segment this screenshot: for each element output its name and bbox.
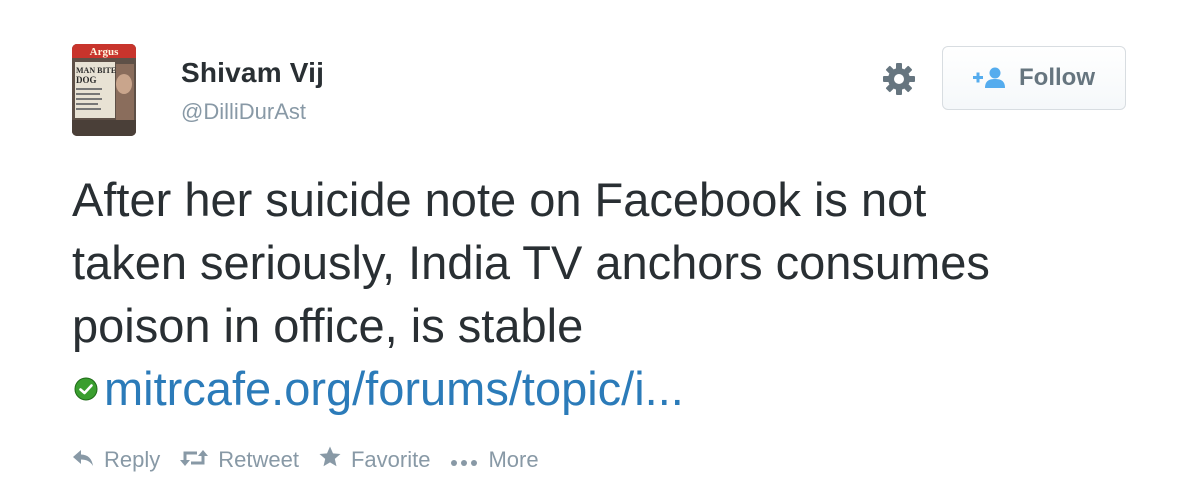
tweet-actions: Reply Retweet Favorite More bbox=[72, 446, 559, 473]
verified-link-icon bbox=[74, 377, 98, 400]
avatar-logo-text: Argus bbox=[90, 46, 119, 58]
retweet-label: Retweet bbox=[218, 446, 299, 472]
more-dots-icon bbox=[450, 447, 478, 473]
avatar-image: Argus MAN BITES DOG bbox=[72, 44, 136, 136]
tweet-text-line: poison in office, is stable bbox=[72, 299, 584, 352]
add-user-icon bbox=[973, 67, 1005, 88]
tweet-text-line: After her suicide note on Facebook is no… bbox=[72, 173, 927, 226]
retweet-icon bbox=[180, 447, 209, 473]
retweet-button[interactable]: Retweet bbox=[180, 447, 299, 473]
author-fullname[interactable]: Shivam Vij bbox=[181, 57, 324, 89]
reply-icon bbox=[72, 447, 94, 473]
more-label: More bbox=[488, 446, 539, 472]
reply-button[interactable]: Reply bbox=[72, 447, 160, 473]
tweet-link[interactable]: mitrcafe.org/forums/topic/i... bbox=[104, 357, 684, 420]
tweet-link-line: mitrcafe.org/forums/topic/i... bbox=[72, 357, 1182, 420]
favorite-button[interactable]: Favorite bbox=[319, 446, 430, 473]
gear-icon[interactable] bbox=[881, 61, 917, 97]
follow-label: Follow bbox=[1019, 64, 1095, 91]
avatar-headline-1: MAN BITES bbox=[76, 66, 121, 75]
author-handle[interactable]: @DilliDurAst bbox=[181, 99, 306, 125]
star-icon bbox=[319, 446, 341, 473]
avatar[interactable]: Argus MAN BITES DOG bbox=[72, 44, 136, 136]
avatar-headline-2: DOG bbox=[76, 75, 97, 85]
tweet-text-line: taken seriously, India TV anchors consum… bbox=[72, 236, 990, 289]
favorite-label: Favorite bbox=[350, 446, 431, 472]
follow-button[interactable]: Follow bbox=[942, 46, 1126, 110]
tweet-text: After her suicide note on Facebook is no… bbox=[72, 168, 1182, 420]
tweet-card: Argus MAN BITES DOG Shivam Vij @DilliDur… bbox=[0, 0, 1200, 495]
reply-label: Reply bbox=[104, 446, 161, 472]
more-button[interactable]: More bbox=[450, 446, 539, 473]
